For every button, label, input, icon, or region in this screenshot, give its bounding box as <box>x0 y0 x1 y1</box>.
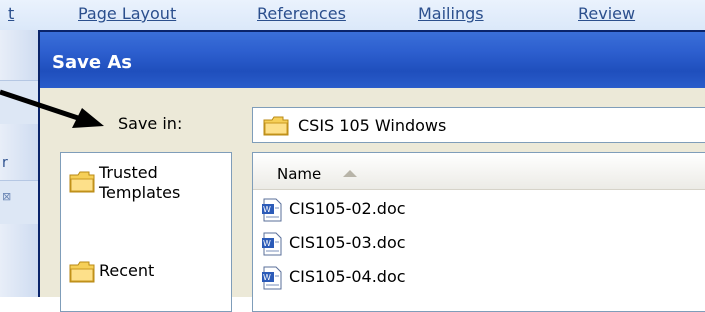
svg-text:W: W <box>263 205 271 214</box>
place-label: Trusted <box>99 163 158 182</box>
file-row[interactable]: W CIS105-02.doc <box>261 195 561 225</box>
dialog-title: Save As <box>52 52 132 73</box>
word-doc-icon: W <box>262 232 282 256</box>
ribbon-tab-mailings[interactable]: Mailings <box>418 4 484 23</box>
place-label: Templates <box>99 183 181 202</box>
folder-icon <box>263 116 289 136</box>
place-recent[interactable]: Recent <box>61 253 231 293</box>
file-name: CIS105-02.doc <box>289 199 406 218</box>
file-list: Name W CIS105-02.doc W CIS105-03.doc W C… <box>252 152 705 312</box>
folder-icon <box>69 261 95 283</box>
save-in-dropdown[interactable]: CSIS 105 Windows <box>252 107 705 143</box>
file-row[interactable]: W CIS105-03.doc <box>261 229 561 259</box>
ribbon-tab-review[interactable]: Review <box>578 4 635 23</box>
background-group <box>0 80 38 124</box>
column-label: Name <box>277 165 322 183</box>
ribbon-tab-insert[interactable]: t <box>8 4 14 23</box>
place-label: Recent <box>99 261 155 280</box>
dialog-launcher-icon[interactable]: ⊠ <box>2 190 11 203</box>
save-in-value: CSIS 105 Windows <box>298 116 447 135</box>
name-column-header[interactable]: Name <box>253 153 705 190</box>
dialog-titlebar[interactable]: Save As <box>40 32 705 88</box>
background-ribbon-edge: r ⊠ <box>0 30 38 297</box>
svg-text:W: W <box>263 239 271 248</box>
ribbon-tab-strip: t Page Layout References Mailings Review <box>0 0 705 30</box>
background-text: r <box>2 155 8 171</box>
save-as-dialog: Save As Save in: CSIS 105 Windows Truste… <box>38 30 705 312</box>
svg-text:W: W <box>263 273 271 282</box>
sort-up-icon <box>343 170 357 177</box>
file-name: CIS105-04.doc <box>289 267 406 286</box>
ribbon-tab-page-layout[interactable]: Page Layout <box>78 4 176 23</box>
places-bar: Trusted Templates Recent <box>60 152 232 312</box>
place-trusted-templates[interactable]: Trusted Templates <box>61 153 231 213</box>
folder-icon <box>69 171 95 193</box>
word-doc-icon: W <box>262 198 282 222</box>
save-in-label: Save in: <box>118 114 183 133</box>
ribbon-tab-references[interactable]: References <box>257 4 346 23</box>
word-doc-icon: W <box>262 266 282 290</box>
file-name: CIS105-03.doc <box>289 233 406 252</box>
file-row[interactable]: W CIS105-04.doc <box>261 263 561 293</box>
